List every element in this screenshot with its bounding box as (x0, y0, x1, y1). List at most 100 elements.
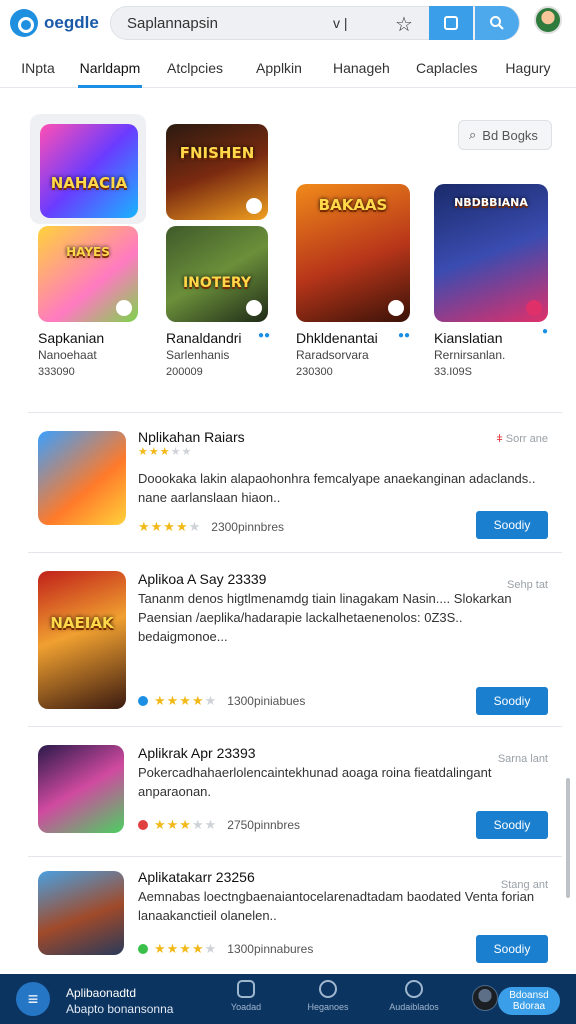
nav-item-1[interactable]: Heganoes (288, 980, 368, 1012)
install-button[interactable]: Soodiy (476, 687, 548, 715)
download-icon (237, 980, 255, 998)
featured-subtitle: Sarlenhanis (166, 348, 230, 362)
featured-count: 33.I09S (434, 366, 472, 378)
filter-label: Bd Bogks (482, 127, 538, 143)
featured-title[interactable]: Ranaldandri (166, 330, 242, 346)
star-icon[interactable]: ☆ (395, 12, 413, 37)
featured-subtitle: Rernirsanlan. (434, 348, 506, 362)
art-text: NBDBBIANA (454, 195, 528, 209)
brand-name: oegdle (44, 13, 99, 32)
featured-subtitle: Nanoehaat (38, 348, 97, 362)
user-avatar[interactable] (534, 6, 562, 34)
featured-card-5[interactable]: NBDBBIANA (434, 184, 548, 322)
app-title[interactable]: Nplikahan Raiars (138, 429, 245, 445)
list-item[interactable]: Aplikrak Apr 23393 Sarna lant Pokercadha… (28, 726, 562, 856)
art-text: NAEIAK (50, 613, 114, 632)
review-count: 1300pinnabures (227, 942, 314, 956)
install-button[interactable]: Soodiy (476, 811, 548, 839)
filter-button[interactable]: ⌕ Bd Bogks (458, 120, 552, 150)
game-art: NAHACIA (40, 124, 138, 218)
tab-1[interactable]: Narldapm (78, 48, 142, 88)
verified-icon: ●● (258, 330, 271, 341)
featured-card-4[interactable]: BAKAAS (296, 184, 410, 322)
app-description: Pokercadhahaerlolencaintekhunad aoaga ro… (138, 765, 492, 799)
verified-icon: ● (542, 326, 549, 337)
rating: ★★★★★ 2300pinnbres (138, 519, 285, 534)
tab-5[interactable]: Caplacles (416, 48, 477, 76)
game-art: BAKAAS (296, 184, 410, 322)
review-count: 1300piniabues (227, 694, 306, 708)
game-art: INOTERY (166, 226, 268, 322)
profile-avatar[interactable] (472, 985, 498, 1011)
rating: ★★★★★ 1300piniabues (138, 693, 305, 709)
app-title[interactable]: Aplikrak Apr 23393 (138, 745, 256, 761)
featured-section: ⌕ Bd Bogks NAHACIA FNISHEN HAYES Sapkani… (0, 100, 576, 400)
list-item[interactable]: Nplikahan Raiars ★★★★★ ǂ Sorr ane Doooka… (28, 412, 562, 552)
badge-icon (526, 300, 542, 316)
art-text: BAKAAS (318, 196, 388, 215)
app-title[interactable]: Aplikoa A Say 23339 (138, 571, 266, 587)
bottom-title: Aplibaonadtd (66, 986, 137, 1000)
menu-icon[interactable]: ≡ (16, 982, 50, 1016)
search-button[interactable] (475, 6, 519, 40)
app-icon (38, 431, 126, 525)
rating: ★★★★★ 1300pinnabures (138, 941, 313, 957)
badge-icon (246, 198, 262, 214)
brand-logo[interactable]: oegdle (10, 9, 110, 37)
tab-6[interactable]: Hagury (504, 48, 552, 76)
search-input[interactable]: Saplannapsin (127, 15, 337, 32)
bottom-bar: ≡ Aplibaonadtd Abapto bonansonna Yoadad … (0, 974, 576, 1024)
verified-icon: ●● (398, 330, 411, 341)
apps-button[interactable] (429, 6, 473, 40)
rating: ★★★★★ 2750pinnbres (138, 817, 300, 833)
nav-item-0[interactable]: Yoadad (206, 980, 286, 1012)
nav-label: Audaiblados (389, 1002, 439, 1012)
featured-count: 333090 (38, 366, 75, 378)
tab-4[interactable]: Hanageh (333, 48, 390, 76)
game-art: NBDBBIANA (434, 184, 548, 322)
featured-card-2[interactable]: HAYES (38, 226, 138, 322)
featured-title[interactable]: Dhkldenantai (296, 330, 378, 346)
app-description: Tananm denos higtlmenamdg tiain linagaka… (138, 591, 512, 644)
install-button[interactable]: Soodiy (476, 511, 548, 539)
app-title[interactable]: Aplikatakarr 23256 (138, 869, 255, 885)
art-text: INOTERY (182, 275, 252, 292)
art-text: FNISHEN (179, 144, 255, 163)
category-tabs: INpta Narldapm Atclpcies Applkin Hanageh… (0, 48, 576, 88)
bottom-action-button[interactable]: Bdoansd Bdoraa (498, 987, 560, 1015)
badge-icon (246, 300, 262, 316)
tab-0[interactable]: INpta (18, 48, 58, 76)
list-item[interactable]: Aplikatakarr 23256 Stang ant Aemnabas lo… (28, 856, 562, 974)
top-bar: oegdle Saplannapsin v | ☆ (0, 0, 576, 46)
list-item[interactable]: NAEIAK Aplikoa A Say 23339 Sehp tat Tana… (28, 552, 562, 726)
tab-2[interactable]: Atclpcies (166, 48, 224, 76)
audio-icon (405, 980, 423, 998)
featured-card-3[interactable]: INOTERY (166, 226, 268, 322)
featured-card-0[interactable]: NAHACIA (30, 114, 146, 224)
badge-icon (116, 300, 132, 316)
featured-title[interactable]: Kianslatian (434, 330, 503, 346)
search-bar[interactable]: Saplannapsin v | ☆ (110, 6, 520, 40)
scrollbar[interactable] (566, 778, 570, 898)
nav-item-2[interactable]: Audaiblados (374, 980, 454, 1012)
app-icon (38, 871, 124, 955)
game-art: FNISHEN (166, 124, 268, 220)
filter-icon: ⌕ (469, 127, 477, 142)
featured-count: 200009 (166, 366, 203, 378)
featured-card-1[interactable]: FNISHEN (166, 124, 268, 220)
tab-3[interactable]: Applkin (254, 48, 304, 76)
app-icon (38, 745, 124, 833)
dot-icon (138, 820, 148, 830)
search-icon (490, 16, 504, 30)
app-tag: ǂ Sorr ane (496, 433, 548, 445)
art-text: NAHACIA (50, 173, 128, 192)
app-description: Doookaka lakin alapaohonhra femcalyape a… (138, 471, 536, 505)
featured-count: 230300 (296, 366, 333, 378)
featured-title[interactable]: Sapkanian (38, 330, 104, 346)
dropdown-toggle[interactable]: v | (333, 15, 348, 31)
badge-icon (388, 300, 404, 316)
rating-stars-small: ★★★★★ (138, 446, 193, 458)
app-icon: NAEIAK (38, 571, 126, 709)
games-icon (319, 980, 337, 998)
install-button[interactable]: Soodiy (476, 935, 548, 963)
